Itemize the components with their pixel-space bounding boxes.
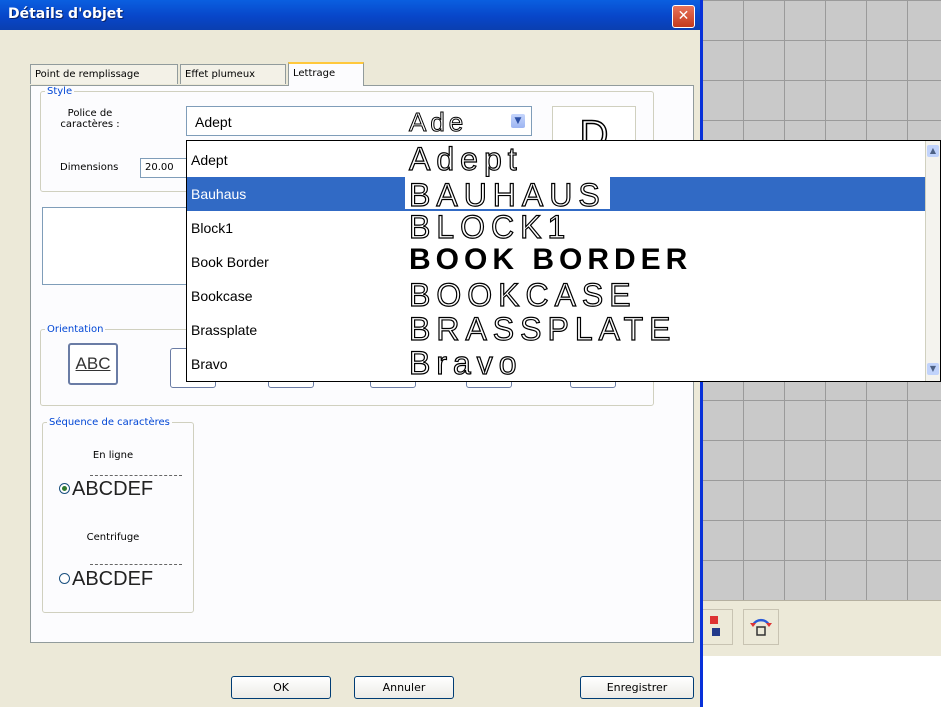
font-option-book-border[interactable]: Book Border BOOK BORDER [187, 243, 927, 279]
dimensions-input[interactable]: 20.00 [140, 158, 188, 178]
font-option-bauhaus[interactable]: Bauhaus BAUHAUS [187, 176, 927, 214]
lettering-text-input[interactable] [42, 207, 192, 285]
scroll-down-icon[interactable]: ▼ [927, 363, 939, 375]
orientation-legend: Orientation [47, 324, 104, 335]
canvas-toolbar [697, 600, 941, 657]
ok-button[interactable]: OK [231, 676, 331, 699]
font-label-line2: caractères : [60, 119, 120, 130]
font-option-preview: BLOCK1 [408, 208, 572, 245]
font-select-preview: Ade [408, 107, 468, 138]
font-option-block1[interactable]: Block1 BLOCK1 [187, 208, 927, 245]
font-option-name: Bauhaus [191, 186, 247, 202]
font-option-preview: BOOKCASE [408, 276, 637, 313]
close-icon: ✕ [677, 8, 690, 24]
centrifuge-radio[interactable] [59, 573, 70, 584]
font-option-preview: Adept [408, 141, 523, 178]
orientation-horizontal-button[interactable]: ABC [68, 343, 118, 385]
rotate-icon[interactable] [743, 609, 779, 645]
inline-sample: ABCDEF [72, 478, 154, 500]
tab-fill-point[interactable]: Point de remplissage [30, 64, 178, 84]
cancel-button[interactable]: Annuler [354, 676, 454, 699]
dropdown-scrollbar[interactable]: ▲ ▼ [925, 141, 940, 381]
centrifuge-label: Centrifuge [86, 532, 140, 543]
tab-lettering[interactable]: Lettrage [288, 62, 364, 86]
font-dropdown-list[interactable]: Adept Adept Bauhaus BAUHAUS Block1 BLOCK… [186, 140, 941, 382]
font-option-name: Book Border [191, 254, 269, 270]
title-bar[interactable]: Détails d'objet ✕ [0, 0, 700, 30]
inline-label: En ligne [92, 450, 134, 461]
tab-label: Point de remplissage [35, 69, 140, 80]
font-option-preview: BAUHAUS [405, 176, 610, 214]
scroll-up-icon[interactable]: ▲ [927, 145, 939, 157]
close-button[interactable]: ✕ [672, 5, 695, 28]
inline-radio[interactable] [59, 483, 70, 494]
tab-label: Lettrage [293, 68, 336, 79]
window-title: Détails d'objet [8, 6, 123, 22]
chevron-down-icon[interactable]: ▼ [511, 114, 525, 128]
font-option-name: Brassplate [191, 322, 258, 338]
font-option-brassplate[interactable]: Brassplate BRASSPLATE [187, 310, 927, 347]
sequence-legend: Séquence de caractères [49, 417, 170, 428]
font-option-name: Block1 [191, 220, 234, 236]
font-select[interactable]: Adept Ade ▼ [186, 106, 532, 138]
font-option-adept[interactable]: Adept Adept [187, 141, 927, 178]
tab-label: Effet plumeux [185, 69, 256, 80]
centrifuge-sample: ABCDEF [72, 568, 154, 590]
canvas-status-area [700, 656, 941, 707]
font-label: Police de caractères : [50, 108, 130, 130]
orientation-horizontal-label: ABC [75, 354, 111, 373]
style-legend: Style [47, 86, 73, 97]
font-option-preview: BOOK BORDER [409, 243, 693, 276]
tab-feather-effect[interactable]: Effet plumeux [180, 64, 286, 84]
font-option-bravo[interactable]: Bravo Bravo [187, 344, 927, 381]
font-option-preview: BRASSPLATE [408, 310, 677, 347]
dimensions-label: Dimensions [60, 162, 119, 173]
font-label-line1: Police de [67, 108, 113, 119]
save-button[interactable]: Enregistrer [580, 676, 694, 699]
font-option-bookcase[interactable]: Bookcase BOOKCASE [187, 276, 927, 313]
font-option-name: Adept [191, 152, 228, 168]
font-option-preview: Bravo [408, 344, 523, 381]
font-option-name: Bookcase [191, 288, 253, 304]
font-option-name: Bravo [191, 356, 228, 372]
font-select-value: Adept [195, 114, 232, 130]
